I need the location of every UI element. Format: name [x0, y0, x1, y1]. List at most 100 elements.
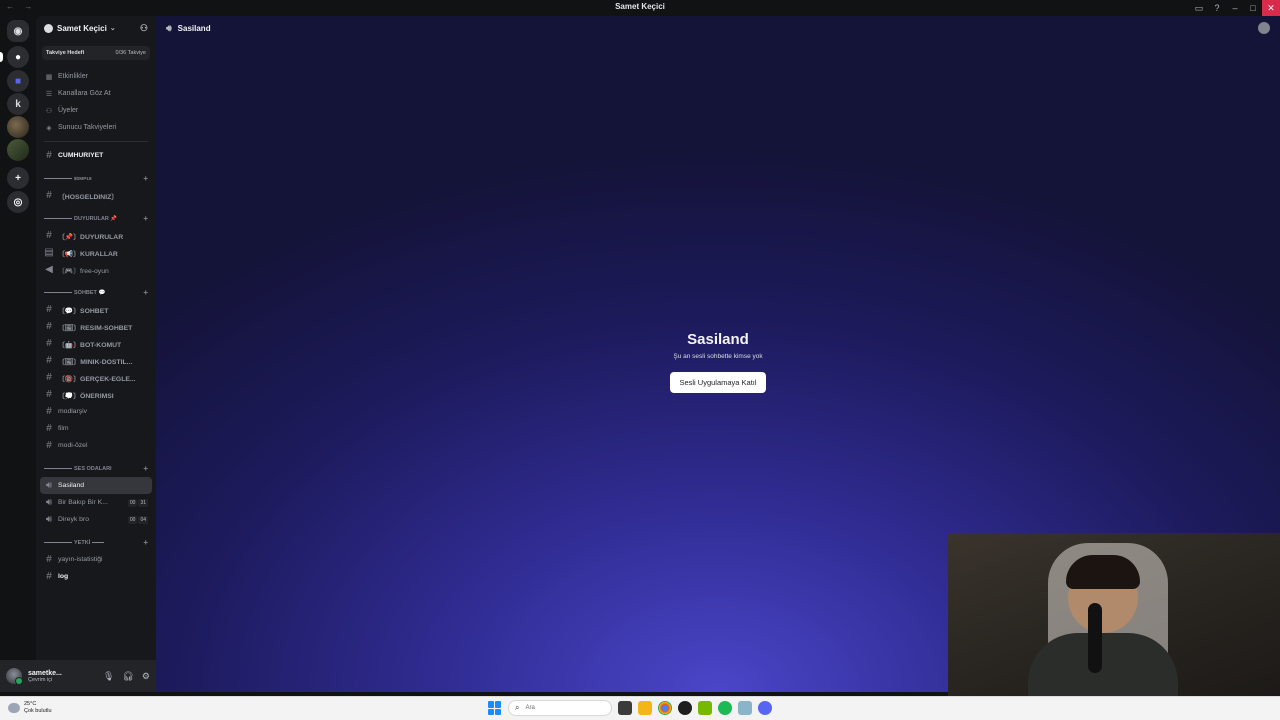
- discord-home-icon[interactable]: ◉: [7, 20, 29, 42]
- channel-log[interactable]: # log: [36, 568, 156, 585]
- channel-yayin-istatistigi[interactable]: # yayın-istatistiği: [36, 551, 156, 568]
- add-channel-icon[interactable]: +: [143, 464, 148, 473]
- channel-onerimsi[interactable]: # 〔💭〕ÖNERIMSI: [36, 386, 156, 403]
- taskbar-search[interactable]: ⌕ Ara: [508, 700, 612, 716]
- channel-bot-komut[interactable]: # 〔🤖〕BOT-KOMUT: [36, 335, 156, 352]
- webcam-overlay: [948, 533, 1280, 720]
- add-channel-icon[interactable]: +: [143, 174, 148, 183]
- boost-icon: ◈: [46, 124, 52, 132]
- chat-icon[interactable]: [1258, 22, 1270, 34]
- nav-events[interactable]: ▦ Etkinlikler: [36, 68, 156, 85]
- task-view-icon[interactable]: [618, 701, 632, 715]
- voice-channel-sasiland[interactable]: 🔊︎ Sasiland: [40, 477, 152, 494]
- server-name: Samet Keçici: [57, 23, 107, 33]
- channel-cumhuriyet[interactable]: # CUMHURIYET: [36, 147, 156, 164]
- server-icon-image-2[interactable]: [7, 139, 29, 161]
- category-1[interactable]: ꜱɪᴍᴘʟᴇ +: [36, 170, 156, 187]
- title-bar: ← → Samet Keçici ▭ ? – □ ✕: [0, 0, 1280, 16]
- nav-members[interactable]: ⚇ Üyeler: [36, 102, 156, 119]
- weather-text: Çok bulutlu: [24, 708, 52, 714]
- category-ses-odalari[interactable]: SES ODALARI +: [36, 460, 156, 477]
- channel-modi-ozel[interactable]: # modi-özel: [36, 437, 156, 454]
- add-server-icon[interactable]: +: [7, 167, 29, 189]
- invite-people-icon[interactable]: ⚇: [140, 23, 148, 34]
- nav-server-boosts[interactable]: ◈ Sunucu Takviyeleri: [36, 119, 156, 136]
- explore-icon[interactable]: ◎: [7, 191, 29, 213]
- channel-kurallar[interactable]: ▤ 〔📢〕KURALLAR: [36, 244, 156, 261]
- category-yetki[interactable]: YETKİ +: [36, 534, 156, 551]
- channel-minik-dostil[interactable]: # 〔🖼〕MINIK-DOSTIL...: [36, 352, 156, 369]
- channel-gercek-egle[interactable]: # 〔🔞〕GERÇEK-EGLE...: [36, 369, 156, 386]
- folder-icon[interactable]: ■: [7, 70, 29, 92]
- hash-icon: #: [46, 423, 52, 434]
- nav-browse-channels[interactable]: ☰ Kanallara Göz At: [36, 85, 156, 102]
- voice-empty-state: Sasiland Şu an sesli sohbette kimse yok …: [156, 331, 1280, 393]
- weather-widget[interactable]: 25°C Çok bulutlu: [8, 701, 52, 715]
- nvidia-icon[interactable]: [698, 701, 712, 715]
- hash-icon: #: [46, 355, 52, 366]
- chrome-icon[interactable]: [658, 701, 672, 715]
- search-icon: ⌕: [515, 703, 520, 712]
- microphone-icon[interactable]: 🎙︎: [103, 671, 114, 682]
- join-voice-button[interactable]: Sesli Uygulamaya Katıl: [670, 372, 766, 393]
- channel-header: 🔊︎ Sasiland: [156, 16, 1280, 40]
- minimize-button[interactable]: –: [1226, 0, 1244, 16]
- discord-taskbar-icon[interactable]: [758, 701, 772, 715]
- server-icon-k[interactable]: k: [7, 93, 29, 115]
- username[interactable]: sametke...: [28, 670, 62, 677]
- hash-icon: #: [46, 190, 52, 201]
- inbox-icon[interactable]: ▭: [1190, 0, 1208, 16]
- channel-sohbet[interactable]: # 〔💬〕SOHBET: [36, 301, 156, 318]
- channel-resim-sohbet[interactable]: # 〔🖼〕RESIM-SOHBET: [36, 318, 156, 335]
- server-avatar-icon: [44, 23, 53, 33]
- voice-channel-bir-bakip[interactable]: 🔊︎ Bir Bakıp Bir K... 00 31: [36, 494, 156, 511]
- user-panel: sametke... Çevrim içi 🎙︎ 🎧︎ ⚙: [0, 660, 156, 692]
- category-sohbet[interactable]: SOHBET 💬 +: [36, 284, 156, 301]
- temperature: 25°C: [24, 701, 37, 707]
- hash-icon: #: [46, 321, 52, 332]
- channel-sidebar: Samet Keçici ⌄ ⚇ Takviye Hedefi 0/36 Tak…: [36, 16, 156, 660]
- channel-modlarsiv[interactable]: # modlarşiv: [36, 403, 156, 420]
- server-header[interactable]: Samet Keçici ⌄ ⚇: [36, 16, 156, 40]
- hash-icon: #: [46, 150, 52, 161]
- boost-label: Takviye Hedefi: [46, 50, 85, 56]
- headphones-icon[interactable]: 🎧︎: [122, 671, 133, 682]
- user-count-badge: 00 31: [127, 498, 148, 507]
- file-explorer-icon[interactable]: [638, 701, 652, 715]
- gear-icon[interactable]: ⚙: [142, 671, 150, 682]
- maximize-button[interactable]: □: [1244, 0, 1262, 16]
- server-icon-image-1[interactable]: [7, 116, 29, 138]
- add-channel-icon[interactable]: +: [143, 214, 148, 223]
- category-duyurular[interactable]: DUYURULAR 📌 +: [36, 210, 156, 227]
- microphone-arm: [1088, 603, 1102, 673]
- channel-hosgeldiniz[interactable]: # 〔HOSGELDINIZ〕: [36, 187, 156, 204]
- avatar[interactable]: [6, 668, 23, 685]
- server-icon-samet[interactable]: ●: [7, 46, 29, 68]
- voice-channel-direyk[interactable]: 🔊︎ Direyk bro 00 04: [36, 511, 156, 528]
- channel-free-oyun[interactable]: ◀ 〔🎮〕free-oyun: [36, 261, 156, 278]
- boost-goal-bar[interactable]: Takviye Hedefi 0/36 Takviye: [42, 46, 150, 60]
- spotify-icon[interactable]: [718, 701, 732, 715]
- app-icon[interactable]: [738, 701, 752, 715]
- window-title: Samet Keçici: [615, 2, 665, 11]
- hash-icon: #: [46, 304, 52, 315]
- channel-duyurular[interactable]: # 〔📌〕DUYURULAR: [36, 227, 156, 244]
- speaker-icon: 🔊︎: [45, 514, 53, 525]
- hash-icon: #: [46, 372, 52, 383]
- help-icon[interactable]: ?: [1208, 0, 1226, 16]
- hash-icon: #: [46, 338, 52, 349]
- add-channel-icon[interactable]: +: [143, 288, 148, 297]
- members-icon: ⚇: [45, 107, 53, 115]
- boost-progress: 0/36 Takviye: [115, 50, 146, 56]
- channel-film[interactable]: # film: [36, 420, 156, 437]
- speaker-icon: 🔊︎: [45, 497, 53, 508]
- close-button[interactable]: ✕: [1262, 0, 1280, 16]
- browse-icon: ☰: [45, 90, 53, 98]
- add-channel-icon[interactable]: +: [143, 538, 148, 547]
- hash-icon: #: [46, 406, 52, 417]
- announcement-icon: ◀: [45, 264, 53, 275]
- windows-start-icon[interactable]: [488, 701, 502, 715]
- obs-icon[interactable]: [678, 701, 692, 715]
- cloud-icon: [8, 703, 20, 713]
- chevron-down-icon: ⌄: [109, 25, 116, 32]
